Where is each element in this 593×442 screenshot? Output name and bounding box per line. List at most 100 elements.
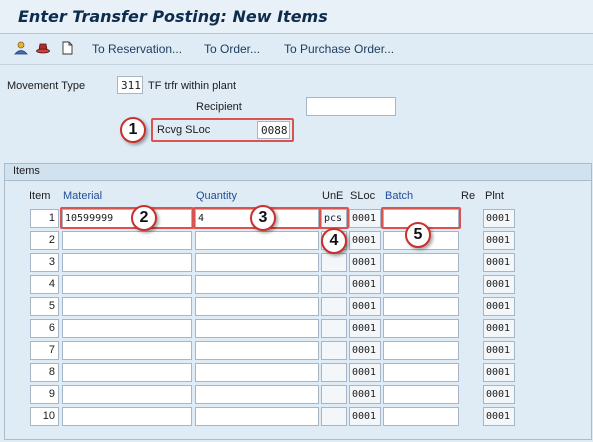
- row-number: 2: [30, 231, 59, 250]
- quantity-input[interactable]: [195, 275, 319, 294]
- quantity-input[interactable]: [195, 297, 319, 316]
- row-number: 9: [30, 385, 59, 404]
- callout-2: 2: [131, 205, 157, 231]
- callout-5: 5: [405, 222, 431, 248]
- sloc-input[interactable]: 0001: [349, 363, 381, 382]
- material-input[interactable]: [62, 319, 192, 338]
- batch-input[interactable]: [383, 341, 459, 360]
- plant-input[interactable]: 0001: [483, 253, 515, 272]
- quantity-input[interactable]: [195, 231, 319, 250]
- sloc-input[interactable]: 0001: [349, 385, 381, 404]
- sloc-input[interactable]: 0001: [349, 209, 381, 228]
- movement-type-description: TF trfr within plant: [148, 80, 237, 92]
- quantity-input[interactable]: [195, 253, 319, 272]
- toolbar: To Reservation... To Order... To Purchas…: [0, 34, 593, 65]
- callout-1: 1: [120, 117, 146, 143]
- material-input[interactable]: [62, 231, 192, 250]
- sloc-input[interactable]: 0001: [349, 231, 381, 250]
- person-icon[interactable]: [14, 41, 28, 55]
- row-number: 8: [30, 363, 59, 382]
- recipient-input[interactable]: [306, 97, 396, 116]
- items-title-text: Items: [13, 165, 40, 177]
- row-number: 5: [30, 297, 59, 316]
- une-highlight: [319, 207, 349, 229]
- material-input[interactable]: [62, 363, 192, 382]
- column-header-item: Item: [29, 190, 51, 202]
- plant-input[interactable]: 0001: [483, 407, 515, 426]
- plant-input[interactable]: 0001: [483, 363, 515, 382]
- batch-input[interactable]: [383, 407, 459, 426]
- material-input[interactable]: [62, 407, 192, 426]
- hat-icon[interactable]: [36, 41, 50, 55]
- unit-input[interactable]: [321, 297, 347, 316]
- unit-input[interactable]: [321, 253, 347, 272]
- plant-input[interactable]: 0001: [483, 209, 515, 228]
- column-header-re: Re: [461, 190, 476, 202]
- quantity-input[interactable]: [195, 319, 319, 338]
- unit-input[interactable]: [321, 319, 347, 338]
- items-group-title: Items: [5, 164, 591, 181]
- document-icon[interactable]: [60, 41, 74, 55]
- rcvg-sloc-input[interactable]: 0088: [257, 121, 290, 139]
- sloc-input[interactable]: 0001: [349, 407, 381, 426]
- row-number: 4: [30, 275, 59, 294]
- rcvg-sloc-value: 0088: [261, 124, 288, 137]
- to-purchase-order-button[interactable]: To Purchase Order...: [284, 42, 394, 56]
- batch-input[interactable]: [383, 297, 459, 316]
- unit-input[interactable]: [321, 275, 347, 294]
- row-number: 3: [30, 253, 59, 272]
- sloc-input[interactable]: 0001: [349, 319, 381, 338]
- unit-input[interactable]: [321, 385, 347, 404]
- quantity-input[interactable]: [195, 407, 319, 426]
- quantity-input[interactable]: [195, 341, 319, 360]
- column-header-sloc: SLoc: [350, 190, 376, 202]
- sloc-input[interactable]: 0001: [349, 297, 381, 316]
- material-input[interactable]: [62, 253, 192, 272]
- plant-input[interactable]: 0001: [483, 385, 515, 404]
- row-number: 10: [30, 407, 59, 426]
- material-highlight: [60, 207, 194, 229]
- batch-input[interactable]: [383, 275, 459, 294]
- to-order-button[interactable]: To Order...: [204, 42, 260, 56]
- items-group: Items Item Material Quantity UnE SLoc Ba…: [4, 163, 592, 440]
- batch-input[interactable]: [383, 363, 459, 382]
- column-header-plnt: Plnt: [485, 190, 504, 202]
- row-number: 1: [30, 209, 59, 228]
- quantity-input[interactable]: [195, 385, 319, 404]
- batch-input[interactable]: [383, 253, 459, 272]
- quantity-input[interactable]: [195, 363, 319, 382]
- page-title: Enter Transfer Posting: New Items: [18, 7, 328, 26]
- sloc-input[interactable]: 0001: [349, 253, 381, 272]
- material-input[interactable]: [62, 275, 192, 294]
- plant-input[interactable]: 0001: [483, 231, 515, 250]
- movement-type-field[interactable]: 311: [117, 76, 143, 94]
- batch-input[interactable]: [383, 319, 459, 338]
- title-bar: Enter Transfer Posting: New Items: [0, 0, 593, 34]
- plant-input[interactable]: 0001: [483, 275, 515, 294]
- row-number: 7: [30, 341, 59, 360]
- unit-input[interactable]: [321, 341, 347, 360]
- sloc-input[interactable]: 0001: [349, 275, 381, 294]
- batch-input[interactable]: [383, 385, 459, 404]
- recipient-label: Recipient: [196, 101, 242, 113]
- movement-type-label: Movement Type: [7, 80, 86, 92]
- to-reservation-button[interactable]: To Reservation...: [92, 42, 182, 56]
- row-number: 6: [30, 319, 59, 338]
- column-header-quantity[interactable]: Quantity: [196, 190, 237, 202]
- sloc-input[interactable]: 0001: [349, 341, 381, 360]
- unit-input[interactable]: [321, 407, 347, 426]
- plant-input[interactable]: 0001: [483, 297, 515, 316]
- material-input[interactable]: [62, 385, 192, 404]
- movement-type-value: 311: [121, 79, 141, 92]
- column-header-material[interactable]: Material: [63, 190, 102, 202]
- column-header-une: UnE: [322, 190, 344, 202]
- unit-input[interactable]: [321, 363, 347, 382]
- callout-3: 3: [250, 205, 276, 231]
- material-input[interactable]: [62, 341, 192, 360]
- material-input[interactable]: [62, 297, 192, 316]
- column-header-batch[interactable]: Batch: [385, 190, 413, 202]
- plant-input[interactable]: 0001: [483, 341, 515, 360]
- callout-4: 4: [321, 228, 347, 254]
- rcvg-sloc-label: Rcvg SLoc: [157, 124, 211, 136]
- plant-input[interactable]: 0001: [483, 319, 515, 338]
